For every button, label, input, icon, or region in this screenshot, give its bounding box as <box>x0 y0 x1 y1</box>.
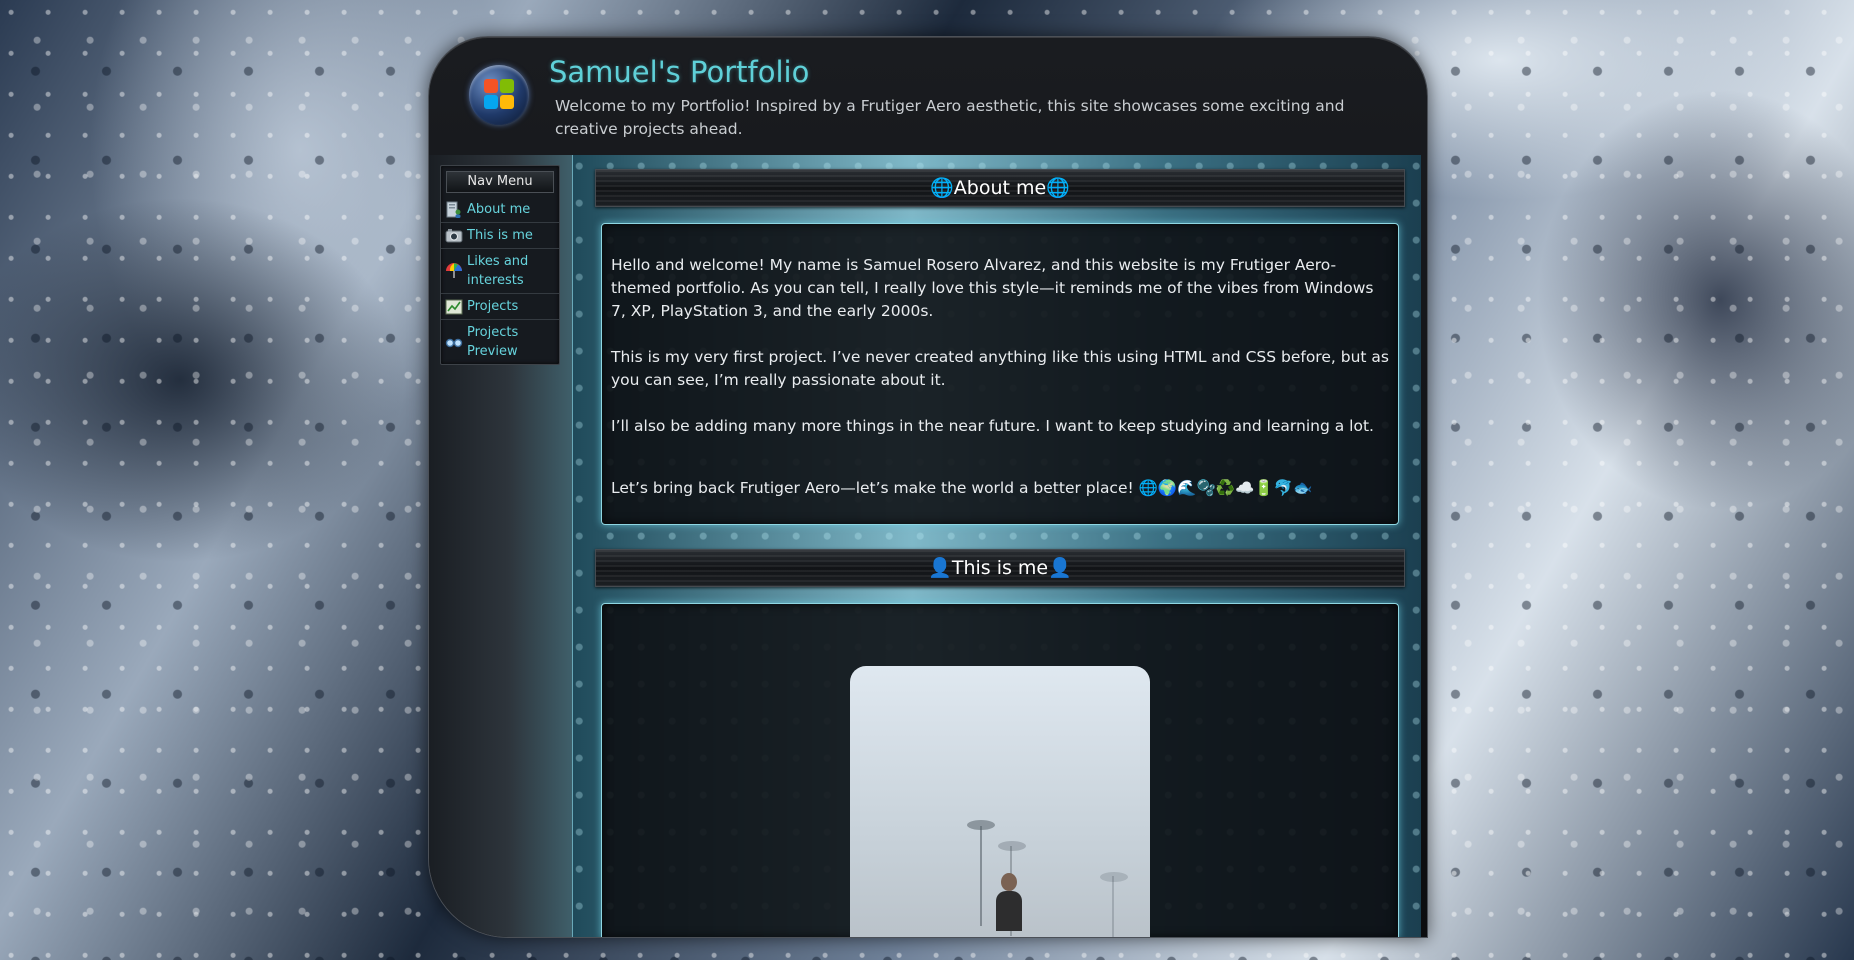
nav-menu: Nav Menu About me This is me Likes and i… <box>440 165 560 365</box>
site-title: Samuel's Portfolio <box>549 55 810 89</box>
user-document-icon <box>446 201 461 218</box>
nav-item-projects[interactable]: Projects <box>441 294 559 320</box>
nav-item-about-me[interactable]: About me <box>441 197 559 223</box>
this-is-me-card <box>601 603 1399 937</box>
this-is-me-heading: 👤This is me👤 <box>595 549 1405 587</box>
profile-photo <box>850 666 1150 937</box>
nav-menu-title: Nav Menu <box>446 171 554 193</box>
colorful-umbrella-icon <box>446 263 462 278</box>
about-paragraph-4: Let’s bring back Frutiger Aero—let’s mak… <box>611 479 1313 497</box>
nav-item-label: Projects Preview <box>467 325 519 359</box>
about-me-heading: 🌐About me🌐 <box>595 169 1405 207</box>
chart-icon <box>445 299 463 314</box>
main-content: 🌐About me🌐 Hello and welcome! My name is… <box>572 155 1421 937</box>
photo-camera-icon <box>445 228 463 242</box>
about-paragraph-3: I’ll also be adding many more things in … <box>611 417 1374 435</box>
sidebar: Nav Menu About me This is me Likes and i… <box>429 155 572 937</box>
nav-item-label: Likes and interests <box>467 254 529 288</box>
nav-item-label: About me <box>467 202 531 217</box>
glasses-icon <box>445 338 463 348</box>
nav-item-projects-preview[interactable]: Projects Preview <box>441 320 559 364</box>
nav-item-label: This is me <box>467 228 533 243</box>
nav-item-likes-and-interests[interactable]: Likes and interests <box>441 249 559 294</box>
person-figure <box>996 891 1022 931</box>
header: Samuel's Portfolio Welcome to my Portfol… <box>429 37 1427 155</box>
windows-orb-icon <box>469 65 529 125</box>
nav-item-label: Projects <box>467 299 519 314</box>
about-me-card: Hello and welcome! My name is Samuel Ros… <box>601 223 1399 525</box>
about-paragraph-1: Hello and welcome! My name is Samuel Ros… <box>611 256 1374 320</box>
person-head <box>1001 873 1017 891</box>
about-paragraph-2: This is my very first project. I’ve neve… <box>611 348 1389 389</box>
nav-item-this-is-me[interactable]: This is me <box>441 223 559 249</box>
portfolio-window: Samuel's Portfolio Welcome to my Portfol… <box>428 36 1428 938</box>
site-subtitle: Welcome to my Portfolio! Inspired by a F… <box>555 97 1345 138</box>
